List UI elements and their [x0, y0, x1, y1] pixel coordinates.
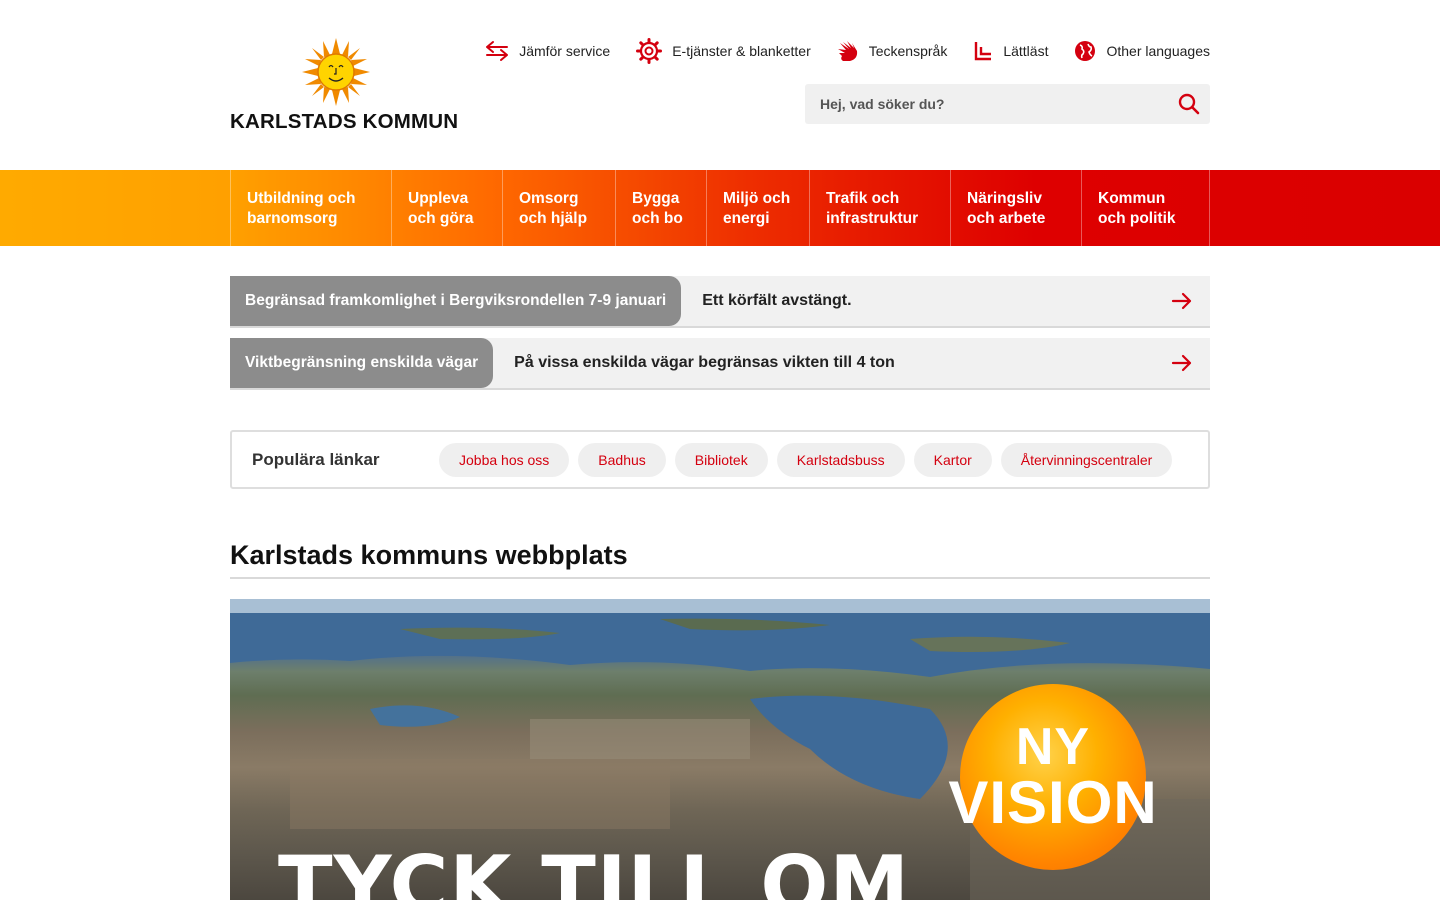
- page-title: Karlstads kommuns webbplats: [230, 540, 1210, 579]
- nav-item-municipality[interactable]: Kommun och politik: [1081, 170, 1210, 246]
- e-services-link[interactable]: E-tjänster & blanketter: [636, 38, 811, 64]
- other-languages-label: Other languages: [1106, 43, 1210, 59]
- vision-badge: NY VISION: [948, 684, 1157, 870]
- search-icon: [1178, 93, 1200, 115]
- other-languages-link[interactable]: Other languages: [1074, 40, 1210, 62]
- popular-links: Populära länkar Jobba hos oss Badhus Bib…: [230, 430, 1210, 489]
- sign-language-link[interactable]: Teckenspråk: [837, 39, 948, 63]
- globe-icon: [1075, 41, 1096, 61]
- gear-icon: [636, 38, 663, 64]
- alert-tag: Viktbegränsning enskilda vägar: [230, 338, 494, 388]
- badge-line-1: NY: [1015, 718, 1091, 776]
- e-services-label: E-tjänster & blanketter: [672, 43, 811, 59]
- popular-link-jobs[interactable]: Jobba hos oss: [439, 442, 570, 477]
- compare-arrows-icon: [486, 41, 509, 61]
- popular-links-title: Populära länkar: [252, 449, 380, 469]
- hero-headline: TYCK TILL OM: [278, 839, 910, 900]
- search-input[interactable]: [805, 84, 1168, 124]
- alert-tag: Begränsad framkomlighet i Bergviksrondel…: [230, 276, 682, 326]
- nav-item-environment[interactable]: Miljö och energi: [706, 170, 809, 246]
- popular-link-baths[interactable]: Badhus: [578, 442, 666, 477]
- sign-language-label: Teckenspråk: [868, 43, 948, 59]
- popular-link-maps[interactable]: Kartor: [913, 442, 992, 477]
- search-bar: [805, 84, 1210, 124]
- alert-message: På vissa enskilda vägar begränsas vikten…: [514, 354, 895, 371]
- compare-service-link[interactable]: Jämför service: [485, 40, 610, 62]
- badge-line-2: VISION: [948, 769, 1158, 836]
- utility-links: Jämför service E-tjänster & blanketter T…: [485, 38, 1210, 64]
- sun-logo-icon: [302, 38, 370, 106]
- arrow-right-icon: [1154, 353, 1210, 373]
- main-navigation: Utbildning och barnomsorg Uppleva och gö…: [0, 170, 1440, 246]
- hero-banner[interactable]: NY VISION TYCK TILL OM: [230, 599, 1210, 900]
- nav-item-building[interactable]: Bygga och bo: [615, 170, 706, 246]
- arrow-right-icon: [1154, 291, 1210, 311]
- easy-read-label: Lättläst: [1003, 43, 1049, 59]
- nav-item-traffic[interactable]: Trafik och infrastruktur: [809, 170, 950, 246]
- nav-item-care[interactable]: Omsorg och hjälp: [502, 170, 615, 246]
- nav-item-education[interactable]: Utbildning och barnomsorg: [230, 170, 391, 246]
- compare-service-label: Jämför service: [519, 43, 611, 59]
- sign-language-icon: [837, 41, 857, 61]
- alert-item[interactable]: Viktbegränsning enskilda vägar På vissa …: [230, 338, 1210, 390]
- search-button[interactable]: [1168, 84, 1210, 124]
- easy-read-link[interactable]: Lättläst: [973, 40, 1048, 62]
- alert-item[interactable]: Begränsad framkomlighet i Bergviksrondel…: [230, 276, 1210, 328]
- popular-link-library[interactable]: Bibliotek: [674, 442, 768, 477]
- popular-links-list: Jobba hos oss Badhus Bibliotek Karlstads…: [439, 442, 1173, 477]
- nav-item-experience[interactable]: Uppleva och göra: [391, 170, 502, 246]
- popular-link-bus[interactable]: Karlstadsbuss: [776, 442, 905, 477]
- easy-read-icon: [975, 42, 992, 61]
- nav-item-business[interactable]: Näringsliv och arbete: [950, 170, 1081, 246]
- popular-link-recycling[interactable]: Återvinningscentraler: [1000, 442, 1173, 477]
- site-logo[interactable]: KARLSTADS KOMMUN: [230, 38, 458, 133]
- brand-name: KARLSTADS KOMMUN: [230, 110, 459, 133]
- alert-message: Ett körfält avstängt.: [702, 292, 852, 309]
